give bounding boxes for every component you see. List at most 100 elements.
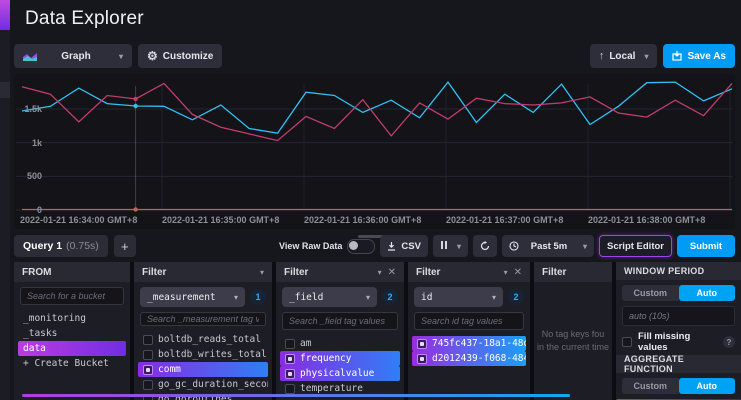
list-item-label: _monitoring [23, 313, 86, 324]
chevron-down-icon[interactable]: ▾ [260, 268, 264, 277]
list-item[interactable]: _tasks [18, 326, 126, 341]
list-item[interactable]: boltdb_reads_total [138, 332, 268, 347]
filter-card-field: Filter ▾ ✕ _field ▾ 2 amfrequencyphysica… [276, 262, 404, 400]
save-as-label: Save As [687, 51, 726, 62]
list-item[interactable]: + Create Bucket [18, 356, 126, 371]
list-item[interactable]: 745fc437-18a1-48d7-98a6-7… [412, 336, 526, 351]
list-item[interactable]: comm [138, 362, 268, 377]
aggregate-toggle: Custom Auto [622, 378, 735, 394]
list-item-label: d2012439-f068-4842-bfef-8… [432, 353, 526, 364]
checkbox [285, 369, 295, 379]
checkbox [143, 350, 153, 360]
from-card: FROM _monitoring _tasksdata + Create Bucke… [14, 262, 130, 400]
toggle-knob [349, 241, 358, 250]
custom-option[interactable]: Custom [622, 378, 679, 394]
chart-panel[interactable]: 05001k1.5k 2022-01-21 16:34:00 GMT+82022… [14, 74, 735, 229]
x-tick-label: 2022-01-21 16:36:00 GMT+8 [304, 215, 421, 225]
time-range-dropdown[interactable]: Past 5m ▾ [502, 235, 594, 257]
list-item-label: _tasks [23, 328, 57, 339]
refresh-icon [480, 241, 490, 251]
submit-button[interactable]: Submit [677, 235, 735, 257]
custom-option[interactable]: Custom [622, 285, 679, 301]
area-chart-icon [23, 51, 37, 61]
nav-sidebar[interactable] [0, 0, 10, 400]
close-icon[interactable]: ✕ [514, 267, 522, 278]
checkbox [285, 354, 295, 364]
checkbox [285, 384, 295, 394]
chevron-down-icon[interactable]: ▾ [504, 268, 508, 277]
list-item-label: + Create Bucket [23, 358, 109, 369]
id-value-list: 745fc437-18a1-48d7-98a6-7… d2012439-f068-… [412, 336, 526, 366]
selected-count-badge: 2 [382, 289, 398, 305]
toolbar: Graph ▾ ⚙ Customize ↑ Local ▾ Save As [14, 44, 735, 68]
auto-option[interactable]: Auto [679, 285, 736, 301]
tag-key-label: _measurement [147, 292, 234, 303]
builder-horizontal-scrollbar[interactable] [22, 394, 570, 397]
measurement-search-input[interactable] [140, 312, 266, 326]
save-as-button[interactable]: Save As [663, 44, 735, 68]
x-tick-label: 2022-01-21 16:35:00 GMT+8 [162, 215, 279, 225]
list-item[interactable]: physicalvalue [280, 366, 400, 381]
chevron-down-icon: ▾ [119, 52, 123, 61]
visualization-type-dropdown[interactable]: Graph ▾ [14, 44, 132, 68]
view-raw-data-label: View Raw Data [279, 241, 342, 251]
view-raw-data-toggle[interactable] [347, 239, 375, 254]
refresh-button[interactable] [473, 235, 497, 257]
chevron-down-icon[interactable]: ▾ [378, 268, 382, 277]
chevron-down-icon: ▾ [644, 52, 648, 61]
question-icon[interactable]: ? [723, 336, 735, 348]
hover-point [133, 207, 137, 211]
list-item-label: go_gc_duration_seconds [158, 379, 268, 390]
list-item[interactable]: go_gc_duration_seconds [138, 377, 268, 392]
auto-option[interactable]: Auto [679, 378, 736, 394]
save-icon [672, 51, 682, 61]
from-header: FROM [22, 267, 122, 278]
tag-key-dropdown-id[interactable]: id ▾ [414, 287, 503, 307]
list-item[interactable]: boltdb_writes_total [138, 347, 268, 362]
list-item[interactable]: _monitoring [18, 311, 126, 326]
customize-button[interactable]: ⚙ Customize [138, 44, 222, 68]
list-item[interactable]: data [18, 341, 126, 356]
tag-key-dropdown-field[interactable]: _field ▾ [282, 287, 377, 307]
script-editor-button[interactable]: Script Editor [599, 235, 672, 257]
local-label: Local [609, 51, 635, 62]
local-dropdown[interactable]: ↑ Local ▾ [590, 44, 658, 68]
csv-download-button[interactable]: CSV [380, 235, 428, 257]
window-period-input[interactable]: auto (10s) [622, 306, 735, 326]
chevron-down-icon: ▾ [583, 242, 587, 251]
chevron-down-icon: ▾ [234, 293, 238, 302]
checkbox [143, 335, 153, 345]
add-query-button[interactable]: + [114, 235, 136, 257]
query-bar: Query 1 (0.75s) + View Raw Data CSV ▾ [14, 234, 735, 258]
pause-dropdown-button[interactable]: ▾ [433, 235, 468, 257]
tag-key-dropdown-measurement[interactable]: _measurement ▾ [140, 287, 245, 307]
options-card: WINDOW PERIOD Custom Auto auto (10s) Fil… [616, 262, 741, 400]
list-item-label: comm [158, 364, 181, 375]
time-range-label: Past 5m [531, 241, 567, 252]
customize-label: Customize [163, 51, 214, 62]
fill-missing-checkbox[interactable] [622, 337, 632, 347]
list-item[interactable]: am [280, 336, 400, 351]
list-item-label: temperature [300, 383, 363, 394]
list-item[interactable]: d2012439-f068-4842-bfef-8… [412, 351, 526, 366]
query-tab-label: Query 1 [23, 240, 62, 252]
id-search-input[interactable] [414, 312, 524, 330]
hover-point [133, 97, 137, 101]
query-tab[interactable]: Query 1 (0.75s) [14, 235, 108, 257]
bucket-search-input[interactable] [20, 287, 124, 305]
selected-count-badge: 1 [250, 289, 266, 305]
list-item[interactable]: frequency [280, 351, 400, 366]
close-icon[interactable]: ✕ [388, 267, 396, 278]
line-chart[interactable] [14, 74, 735, 214]
nav-item[interactable] [0, 82, 10, 98]
y-tick-label: 0 [16, 205, 42, 215]
influxdb-logo[interactable] [0, 0, 10, 30]
checkbox [417, 354, 427, 364]
hover-point [133, 104, 137, 108]
y-tick-label: 1.5k [16, 104, 42, 114]
list-item-label: boltdb_reads_total [158, 334, 261, 345]
query-builder: FROM _monitoring _tasksdata + Create Bucke… [14, 262, 741, 400]
field-search-input[interactable] [282, 312, 398, 330]
filter-header: Filter [284, 267, 372, 278]
arrow-up-icon: ↑ [599, 50, 605, 62]
